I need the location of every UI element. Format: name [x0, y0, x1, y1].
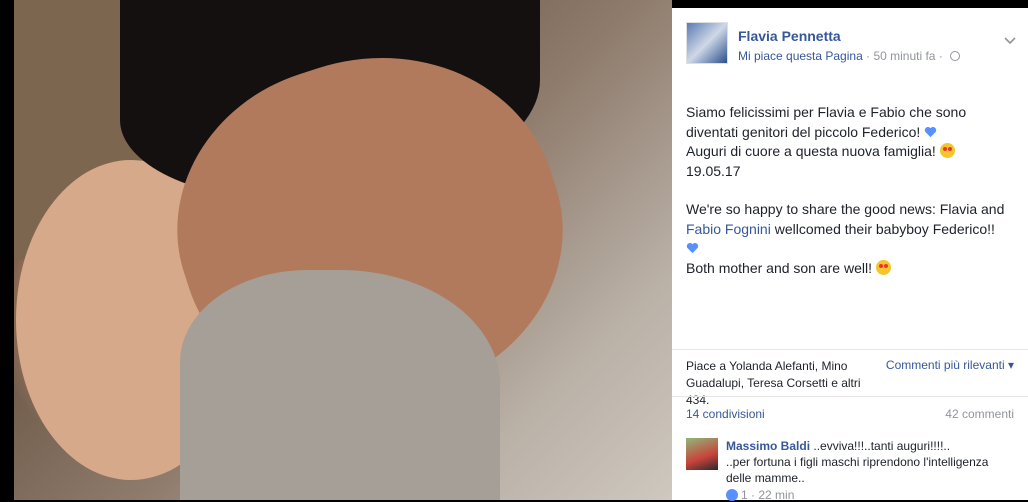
comment-body: Massimo Baldi ..evviva!!!..tanti auguri!…: [726, 438, 1016, 486]
post-panel: Flavia Pennetta Mi piace questa Pagina ·…: [672, 8, 1028, 502]
post-text-en-line2: Both mother and son are well!: [686, 259, 872, 276]
post-text-en-post: wellcomed their babyboy Federico!!: [774, 220, 995, 237]
photo-edge: [0, 0, 14, 500]
globe-icon: [950, 51, 961, 61]
heart-eyes-emoji-icon-2: [875, 259, 891, 275]
comments-count[interactable]: 42 commenti: [945, 407, 1014, 421]
comment-avatar[interactable]: [686, 438, 718, 470]
post-text: Siamo felicissimi per Flavia e Fabio che…: [686, 103, 1016, 278]
comment-item: Massimo Baldi ..evviva!!!..tanti auguri!…: [686, 438, 1016, 502]
post-timestamp[interactable]: 50 minuti fa: [873, 49, 935, 63]
meta-separator-2: ·: [938, 49, 943, 63]
post-header: Flavia Pennetta Mi piace questa Pagina ·…: [686, 22, 1028, 72]
post-text-english: We're so happy to share the good news: F…: [686, 200, 1016, 278]
like-reaction-icon: [726, 489, 738, 501]
post-text-italian: Siamo felicissimi per Flavia e Fabio che…: [686, 103, 1016, 181]
photo-sweater: [180, 270, 500, 500]
post-photo[interactable]: [0, 0, 672, 500]
meta-separator: ·: [866, 49, 871, 63]
comment-author[interactable]: Massimo Baldi: [726, 439, 810, 453]
comments-sort-dropdown[interactable]: Commenti più rilevanti ▾: [886, 358, 1014, 372]
post-text-en-pre: We're so happy to share the good news: F…: [686, 201, 1005, 217]
like-page-link[interactable]: Mi piace questa Pagina: [738, 49, 863, 63]
post-text-it-line2: Auguri di cuore a questa nuova famiglia!: [686, 143, 936, 159]
shares-bar: 14 condivisioni 42 commenti: [672, 396, 1028, 427]
fabio-fognini-link[interactable]: Fabio Fognini: [686, 221, 771, 237]
post-date: 19.05.17: [686, 162, 741, 179]
post-meta: Mi piace questa Pagina · 50 minuti fa ·: [738, 49, 961, 63]
caret-down-icon: ▾: [1007, 358, 1014, 372]
blue-heart-icon-2: [686, 243, 699, 254]
page-avatar[interactable]: [686, 22, 728, 64]
shares-count[interactable]: 14 condivisioni: [686, 407, 765, 421]
blue-heart-icon: [924, 126, 937, 137]
page-name-link[interactable]: Flavia Pennetta: [738, 28, 841, 44]
heart-eyes-emoji-icon: [939, 143, 955, 158]
chevron-down-icon[interactable]: [1004, 34, 1016, 48]
comments-sort-label: Commenti più rilevanti: [885, 358, 1005, 372]
